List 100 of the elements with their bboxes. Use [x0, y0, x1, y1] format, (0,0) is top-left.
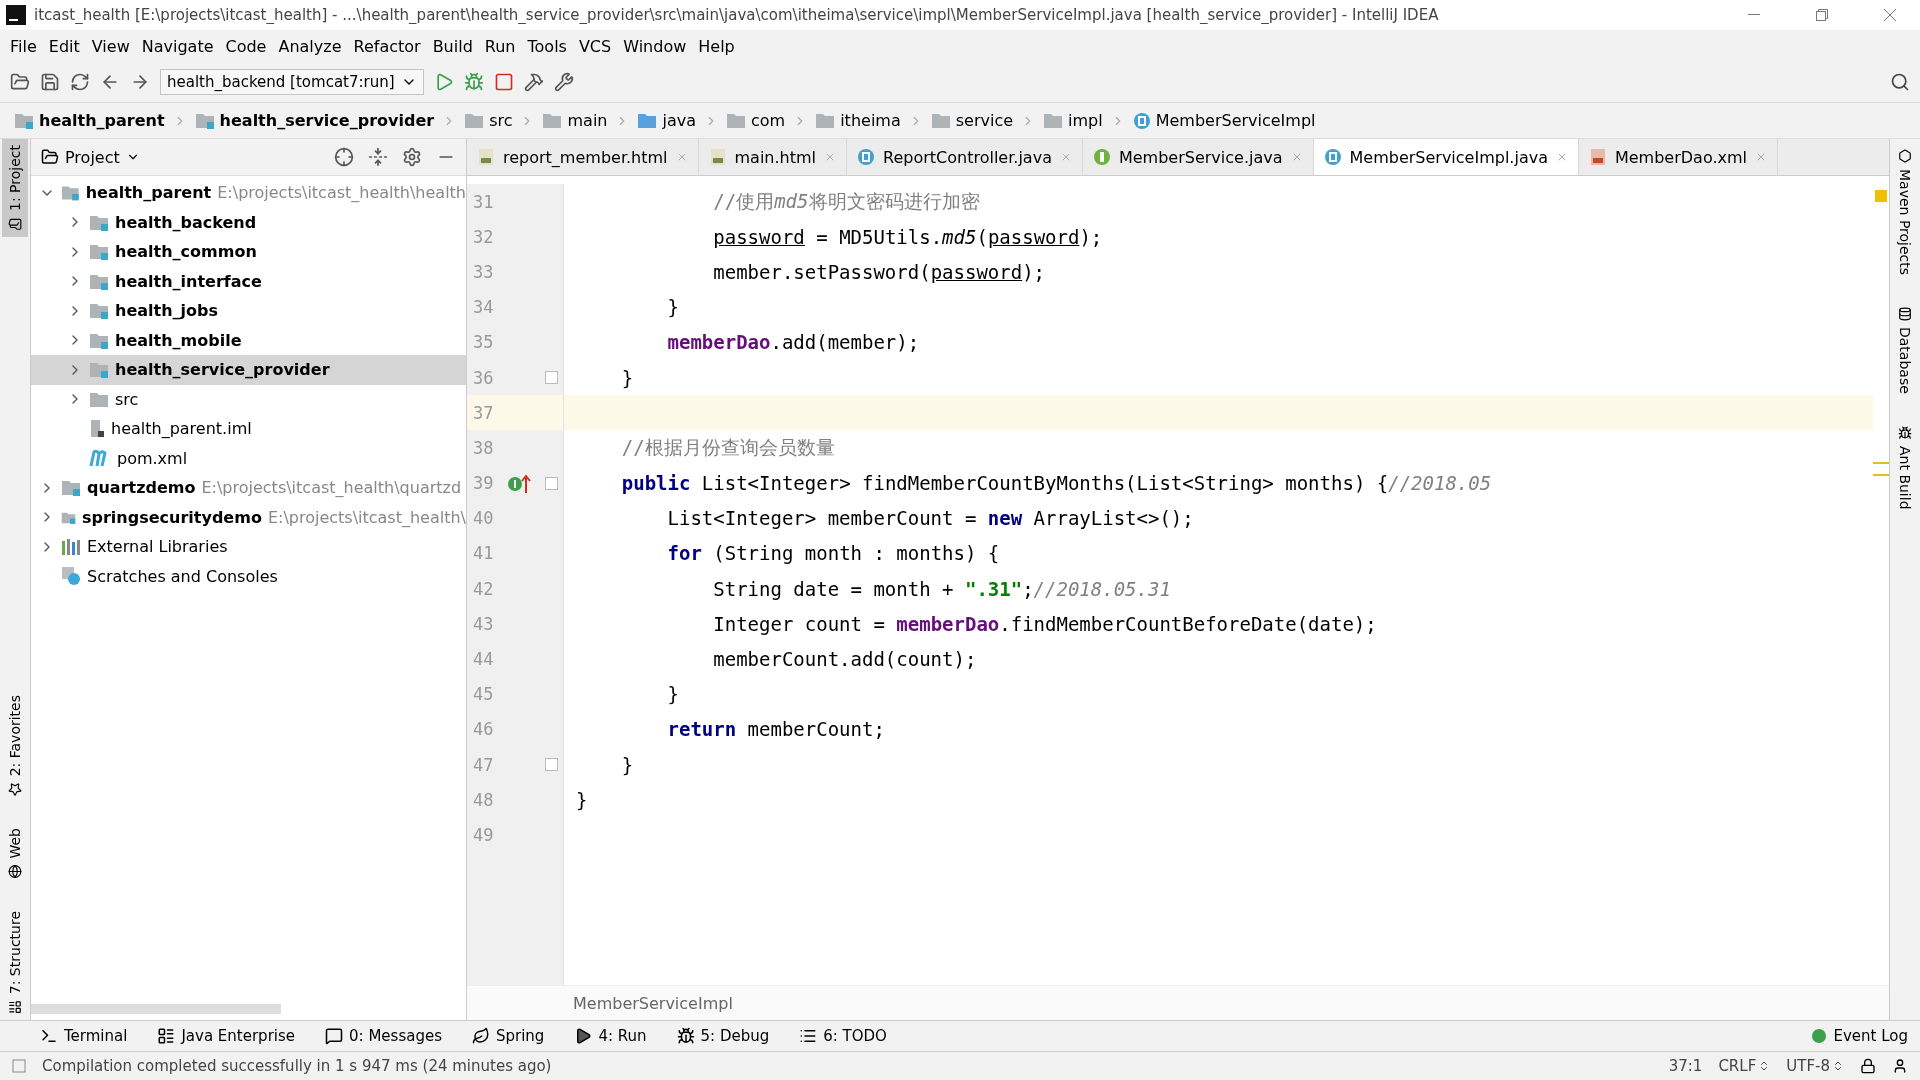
editor-tab[interactable]: main.html: [698, 139, 848, 175]
up-down-icon: [1832, 1060, 1844, 1072]
tree-item[interactable]: health_service_provider: [115, 360, 330, 380]
code-line: }: [666, 296, 679, 319]
breadcrumb[interactable]: src: [460, 111, 517, 130]
tool-window-button[interactable]: 6: TODO: [799, 1027, 887, 1045]
editor-tab[interactable]: MemberService.java: [1082, 139, 1314, 175]
settings-icon[interactable]: [553, 72, 574, 92]
tool-window-button[interactable]: 4: Run: [574, 1027, 647, 1045]
sync-icon[interactable]: [70, 72, 90, 92]
user-icon: [1892, 1058, 1908, 1074]
scratches-icon: [61, 566, 81, 587]
run-configuration-dropdown[interactable]: health_backend [tomcat7:run]: [160, 69, 424, 95]
tool-window-button[interactable]: 0: Messages: [325, 1027, 442, 1045]
encoding-selector[interactable]: UTF-8: [1786, 1057, 1844, 1075]
messages-icon: [325, 1027, 344, 1045]
breadcrumb[interactable]: health_service_provider: [190, 111, 439, 130]
editor-tab[interactable]: MemberDao.xml: [1578, 139, 1778, 175]
close-icon[interactable]: [1884, 9, 1896, 21]
tool-window-button[interactable]: Java Enterprise: [157, 1027, 296, 1045]
editor-tab[interactable]: report_member.html: [467, 139, 699, 175]
fold-marker[interactable]: [545, 476, 558, 490]
tree-item[interactable]: health_common: [115, 242, 257, 262]
tree-item[interactable]: quartzdemo: [87, 478, 196, 498]
tool-window-button[interactable]: 5: Debug: [676, 1027, 770, 1045]
tree-item[interactable]: Scratches and Consoles: [87, 566, 278, 586]
menu-item[interactable]: Edit: [42, 36, 86, 56]
project-path: E:\projects\itcast_health\: [267, 507, 466, 527]
menu-item[interactable]: Navigate: [135, 36, 220, 56]
tree-item[interactable]: health_mobile: [115, 330, 242, 350]
tool-window-button[interactable]: Spring: [471, 1027, 545, 1045]
breadcrumb[interactable]: itheima: [811, 111, 905, 130]
menu-item[interactable]: Build: [426, 36, 479, 56]
warning-stripe-icon: [1875, 190, 1887, 202]
debug-icon[interactable]: [463, 72, 484, 92]
menu-item[interactable]: Run: [478, 36, 522, 56]
tree-item[interactable]: health_interface: [115, 271, 262, 291]
tool-window-button[interactable]: Terminal: [40, 1027, 128, 1045]
breadcrumb[interactable]: com: [722, 111, 790, 130]
implements-icon[interactable]: [507, 472, 531, 495]
restore-icon[interactable]: [1816, 9, 1828, 21]
settings-icon[interactable]: [402, 147, 422, 167]
caret-position[interactable]: 37:1: [1668, 1057, 1703, 1075]
menu-item[interactable]: Tools: [521, 36, 573, 56]
build-icon[interactable]: [523, 72, 544, 92]
menu-item[interactable]: Analyze: [272, 36, 348, 56]
selected-tree-row[interactable]: health_service_provider: [31, 355, 466, 385]
tool-window-tab[interactable]: Database: [1892, 301, 1918, 400]
tool-window-tab[interactable]: 7: Structure: [2, 904, 28, 1020]
menu-item[interactable]: Code: [219, 36, 273, 56]
line-separator-selector[interactable]: CRLF: [1718, 1057, 1771, 1075]
code-line: }: [576, 788, 588, 811]
tree-item[interactable]: src: [115, 389, 139, 409]
breadcrumb[interactable]: health_parent: [10, 111, 169, 130]
interface-icon: [1092, 148, 1111, 166]
fold-marker[interactable]: [545, 758, 558, 772]
menu-item[interactable]: File: [4, 36, 43, 56]
tool-window-tab[interactable]: Ant Build: [1892, 419, 1918, 516]
tree-item[interactable]: springsecuritydemo: [82, 507, 262, 527]
menu-item[interactable]: VCS: [572, 36, 618, 56]
tree-item[interactable]: pom.xml: [117, 448, 188, 468]
menu-item[interactable]: Help: [692, 36, 741, 56]
class-icon: [1323, 148, 1342, 166]
event-log-button[interactable]: Event Log: [1811, 1027, 1908, 1045]
fold-marker[interactable]: [545, 371, 558, 385]
editor-tab[interactable]: ReportController.java: [847, 139, 1083, 175]
open-icon[interactable]: [10, 72, 30, 92]
editor-tab[interactable]: MemberServiceImpl.java: [1313, 139, 1579, 175]
scrollbar[interactable]: [31, 1004, 281, 1014]
tool-window-tab[interactable]: 2: Favorites: [2, 688, 28, 803]
line-number: 43: [472, 613, 495, 634]
breadcrumb[interactable]: impl: [1039, 111, 1107, 130]
stop-icon[interactable]: [493, 72, 514, 92]
menu-item[interactable]: Refactor: [347, 36, 427, 56]
search-icon[interactable]: [1890, 72, 1910, 92]
tree-item[interactable]: health_jobs: [115, 301, 218, 321]
tree-item[interactable]: External Libraries: [87, 537, 228, 557]
breadcrumb[interactable]: MemberServiceImpl: [1128, 111, 1320, 130]
breadcrumb[interactable]: java: [633, 111, 700, 130]
tool-window-tab[interactable]: Web: [2, 822, 28, 885]
tool-window-tab[interactable]: 1: Project: [2, 139, 28, 237]
save-icon[interactable]: [40, 72, 60, 92]
menu-item[interactable]: View: [85, 36, 136, 56]
minimize-icon[interactable]: [1748, 14, 1760, 16]
status-toggle-icon[interactable]: [12, 1059, 26, 1073]
breadcrumb[interactable]: service: [926, 111, 1018, 130]
breadcrumb[interactable]: main: [538, 111, 612, 130]
tree-item[interactable]: health_parent: [85, 183, 212, 203]
module-folder-icon: [61, 479, 81, 497]
collapse-all-icon[interactable]: [368, 147, 388, 167]
tree-item[interactable]: health_backend: [115, 212, 257, 232]
module-folder-icon: [89, 361, 109, 379]
menu-item[interactable]: Window: [617, 36, 693, 56]
editor-breadcrumb[interactable]: MemberServiceImpl: [573, 993, 733, 1013]
tree-item[interactable]: health_parent.iml: [111, 419, 252, 439]
locate-icon[interactable]: [334, 147, 354, 167]
project-view-dropdown[interactable]: Project: [41, 147, 140, 167]
module-folder-icon: [89, 302, 109, 320]
tool-window-tab[interactable]: Maven Projects: [1892, 143, 1918, 282]
leaf-icon: [471, 1027, 490, 1045]
